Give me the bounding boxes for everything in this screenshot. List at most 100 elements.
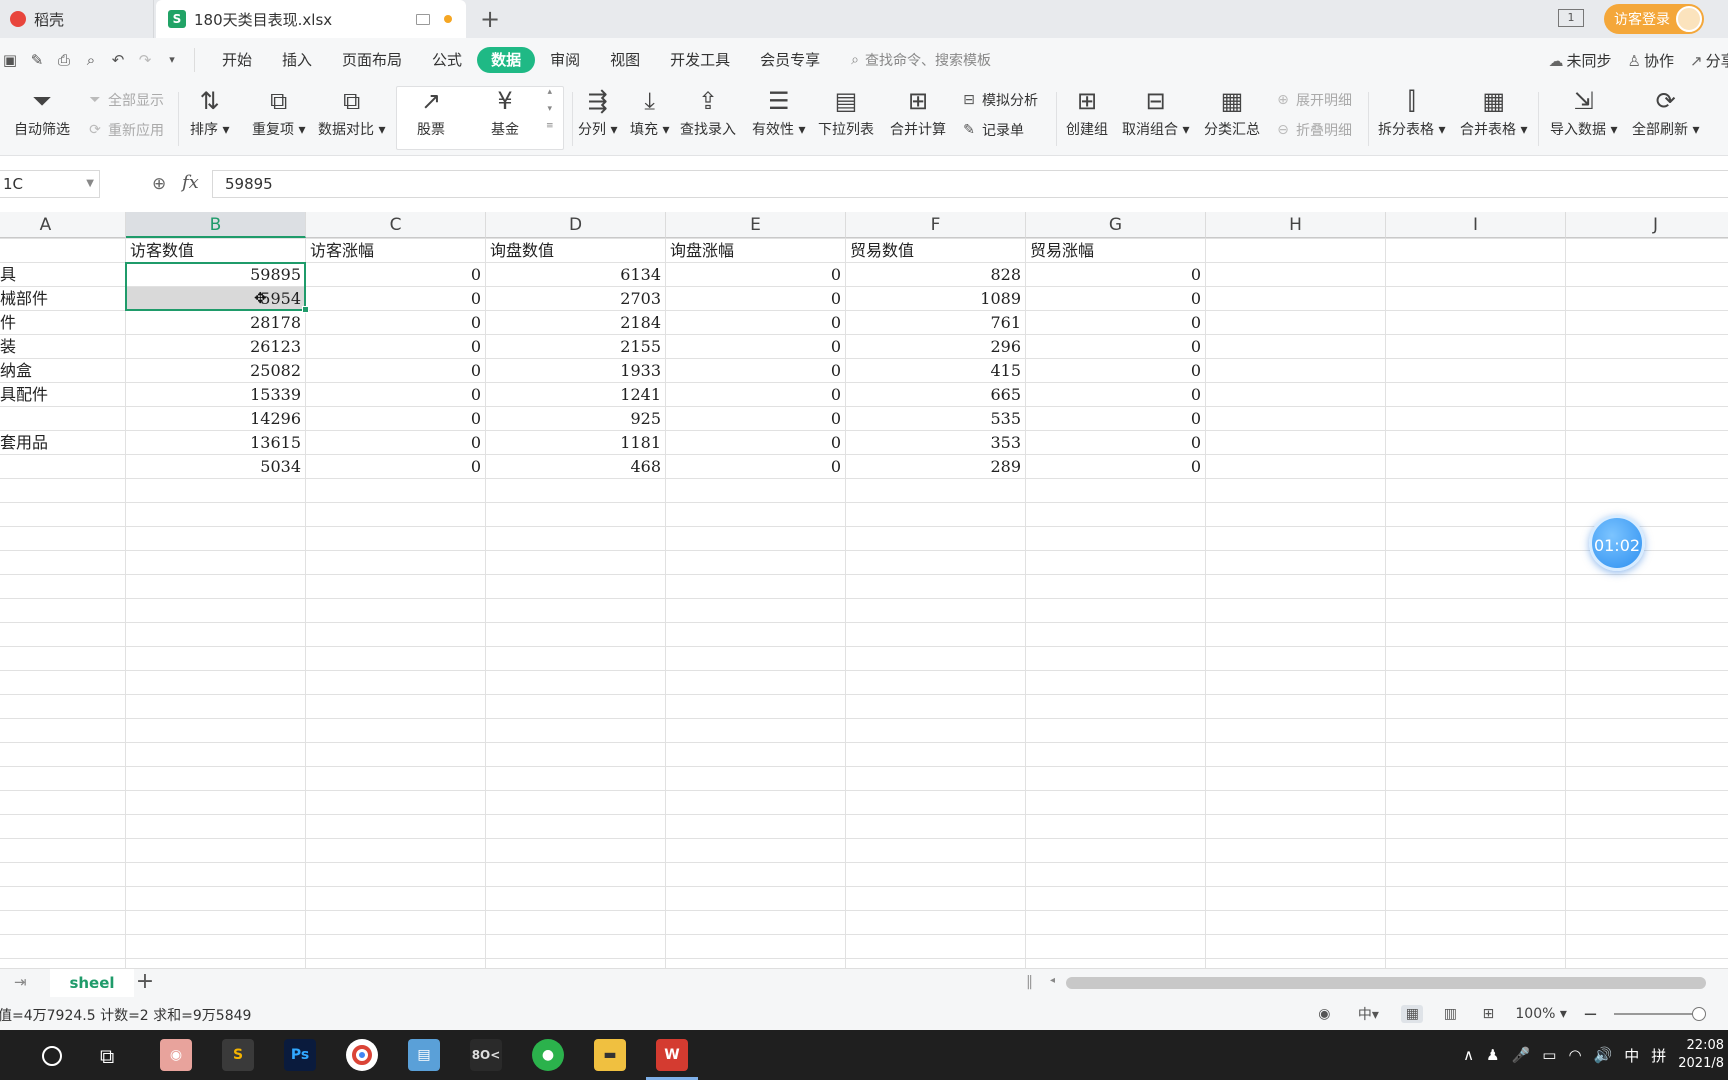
photo-app-icon[interactable]: ◉ bbox=[160, 1039, 192, 1071]
split-handle-icon[interactable]: ‖ bbox=[1026, 974, 1033, 990]
cell-d4[interactable]: 2184 bbox=[486, 311, 665, 335]
toolbox-icon[interactable]: ▤ bbox=[408, 1039, 440, 1071]
cell-d5[interactable]: 2155 bbox=[486, 335, 665, 359]
volume-icon[interactable]: 🔊 bbox=[1594, 1046, 1613, 1064]
cell-d7[interactable]: 1241 bbox=[486, 383, 665, 407]
command-search[interactable]: ⌕ 查找命令、搜索模板 bbox=[851, 50, 991, 70]
column-header-f[interactable]: F bbox=[846, 212, 1026, 238]
cell-d2[interactable]: 6134 bbox=[486, 263, 665, 287]
keyboard-layout-icon[interactable]: 拼 bbox=[1651, 1045, 1666, 1066]
cell-b10[interactable]: 5034 bbox=[126, 455, 305, 479]
wps-icon[interactable]: W bbox=[656, 1039, 688, 1071]
cell-e7[interactable]: 0 bbox=[666, 383, 845, 407]
column-header-e[interactable]: E bbox=[666, 212, 846, 238]
cell-c1[interactable]: 访客涨幅 bbox=[306, 239, 485, 263]
cell-e3[interactable]: 0 bbox=[666, 287, 845, 311]
clock[interactable]: 22:08 2021/8 bbox=[1678, 1037, 1728, 1073]
cell-d3[interactable]: 2703 bbox=[486, 287, 665, 311]
cell-f9[interactable]: 353 bbox=[846, 431, 1025, 455]
record-form-button[interactable]: ✎ 记录单 bbox=[960, 120, 1024, 140]
cell-f1[interactable]: 贸易数值 bbox=[846, 239, 1025, 263]
menu-view[interactable]: 视图 bbox=[595, 47, 655, 73]
cell-f10[interactable]: 289 bbox=[846, 455, 1025, 479]
menu-review[interactable]: 审阅 bbox=[535, 47, 595, 73]
cell-g7[interactable]: 0 bbox=[1026, 383, 1205, 407]
cell-g2[interactable]: 0 bbox=[1026, 263, 1205, 287]
horizontal-scrollbar[interactable]: ◂ bbox=[1046, 975, 1728, 991]
normal-view-icon[interactable]: ▦ bbox=[1401, 1005, 1424, 1023]
column-header-b[interactable]: B bbox=[126, 212, 306, 238]
menu-page-layout[interactable]: 页面布局 bbox=[327, 47, 417, 73]
cell-e4[interactable]: 0 bbox=[666, 311, 845, 335]
page-layout-view-icon[interactable]: ▥ bbox=[1439, 1005, 1461, 1023]
cell-e8[interactable]: 0 bbox=[666, 407, 845, 431]
sublime-icon[interactable]: S bbox=[222, 1039, 254, 1071]
sheet-tab[interactable]: sheel bbox=[50, 969, 134, 997]
dropdown-list-button[interactable]: ▤ 下拉列表 bbox=[818, 86, 874, 140]
cell-c8[interactable]: 0 bbox=[306, 407, 485, 431]
mic-icon[interactable]: 🎤 bbox=[1512, 1046, 1531, 1064]
cell-a3[interactable]: 械部件 bbox=[0, 287, 122, 311]
menu-formula[interactable]: 公式 bbox=[417, 47, 477, 73]
print-preview-icon[interactable]: ⌕ bbox=[83, 52, 99, 68]
cell-a7[interactable]: 具配件 bbox=[0, 383, 122, 407]
battery-icon[interactable]: ▭ bbox=[1542, 1046, 1556, 1064]
cell-c5[interactable]: 0 bbox=[306, 335, 485, 359]
cell-g3[interactable]: 0 bbox=[1026, 287, 1205, 311]
tray-expand-icon[interactable]: ∧ bbox=[1463, 1046, 1474, 1064]
cell-b4[interactable]: 28178 bbox=[126, 311, 305, 335]
new-tab-button[interactable]: + bbox=[478, 0, 502, 38]
cell-d9[interactable]: 1181 bbox=[486, 431, 665, 455]
import-data-button[interactable]: ⇲ 导入数据 ▾ bbox=[1550, 86, 1617, 140]
spreadsheet-grid[interactable]: A B C D E F G H I J 访客数值 访客涨幅 询盘数值 询盘涨幅 贸易数值 贸易涨幅具 59895… bbox=[0, 212, 1728, 968]
lookup-entry-button[interactable]: ⇪ 查找录入 bbox=[680, 86, 736, 140]
menu-home[interactable]: 开始 bbox=[207, 47, 267, 73]
add-sheet-button[interactable]: + bbox=[134, 970, 156, 994]
scroll-left-icon[interactable]: ◂ bbox=[1050, 975, 1055, 986]
fund-button[interactable]: ¥ 基金 bbox=[490, 86, 520, 140]
wifi-icon[interactable]: ◠ bbox=[1568, 1046, 1581, 1064]
cell-c10[interactable]: 0 bbox=[306, 455, 485, 479]
cell-a2[interactable]: 具 bbox=[0, 263, 122, 287]
cell-d8[interactable]: 925 bbox=[486, 407, 665, 431]
stock-button[interactable]: ↗ 股票 bbox=[416, 86, 446, 140]
photoshop-icon[interactable]: Ps bbox=[284, 1039, 316, 1071]
zoom-level[interactable]: 100% ▾ bbox=[1515, 1006, 1567, 1022]
cell-g4[interactable]: 0 bbox=[1026, 311, 1205, 335]
cell-c9[interactable]: 0 bbox=[306, 431, 485, 455]
column-header-j[interactable]: J bbox=[1566, 212, 1728, 238]
what-if-button[interactable]: ⊟ 模拟分析 bbox=[960, 90, 1038, 110]
window-count-icon[interactable]: 1 bbox=[1558, 9, 1584, 27]
cell-f3[interactable]: 1089 bbox=[846, 287, 1025, 311]
consolidate-button[interactable]: ⊞ 合并计算 bbox=[890, 86, 946, 140]
cell-c4[interactable]: 0 bbox=[306, 311, 485, 335]
merge-table-button[interactable]: ▦ 合并表格 ▾ bbox=[1460, 86, 1527, 140]
cell-b2[interactable]: 59895 bbox=[126, 263, 305, 287]
collapse-detail-button[interactable]: ⊖ 折叠明细 bbox=[1274, 120, 1352, 140]
gallery-scroll[interactable]: ▴ ▾ ≡ bbox=[546, 86, 554, 133]
share-button[interactable]: ↗分享 bbox=[1690, 50, 1728, 71]
cell-e5[interactable]: 0 bbox=[666, 335, 845, 359]
format-painter-icon[interactable]: ✎ bbox=[29, 52, 45, 68]
cell-e10[interactable]: 0 bbox=[666, 455, 845, 479]
name-box[interactable]: 1C ▼ bbox=[0, 170, 100, 198]
menu-developer[interactable]: 开发工具 bbox=[655, 47, 745, 73]
cell-b1[interactable]: 访客数值 bbox=[126, 239, 305, 263]
menu-insert[interactable]: 插入 bbox=[267, 47, 327, 73]
cell-a9[interactable]: 套用品 bbox=[0, 431, 122, 455]
save-icon[interactable]: ▣ bbox=[2, 52, 18, 68]
reapply-button[interactable]: ⟳ 重新应用 bbox=[86, 120, 164, 140]
subtotal-button[interactable]: ▦ 分类汇总 bbox=[1204, 86, 1260, 140]
cell-f7[interactable]: 665 bbox=[846, 383, 1025, 407]
undo-icon[interactable]: ↶ bbox=[110, 52, 126, 68]
page-break-view-icon[interactable]: ⊞ bbox=[1477, 1005, 1499, 1023]
menu-data[interactable]: 数据 bbox=[477, 47, 536, 73]
cell-g10[interactable]: 0 bbox=[1026, 455, 1205, 479]
input-method-icon[interactable]: 中▾ bbox=[1351, 1005, 1385, 1023]
sync-status[interactable]: ☁ 未同步 bbox=[1549, 50, 1612, 71]
file-explorer-icon[interactable]: ▬ bbox=[594, 1039, 626, 1071]
cell-c2[interactable]: 0 bbox=[306, 263, 485, 287]
cell-g8[interactable]: 0 bbox=[1026, 407, 1205, 431]
compare-button[interactable]: ⧉ 数据对比 ▾ bbox=[318, 86, 385, 140]
duplicates-button[interactable]: ⧉ 重复项 ▾ bbox=[252, 86, 305, 140]
